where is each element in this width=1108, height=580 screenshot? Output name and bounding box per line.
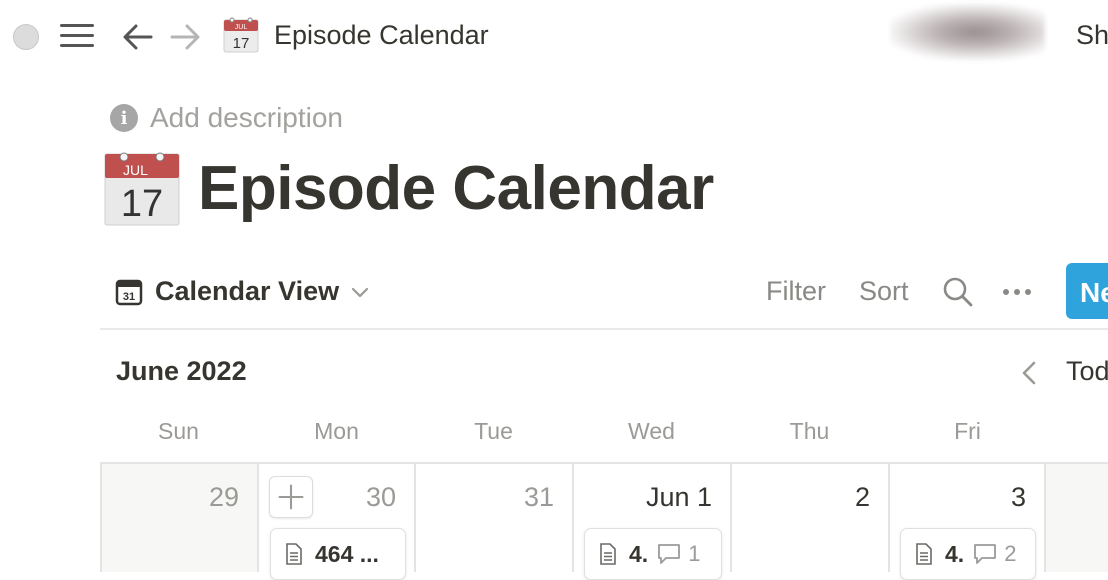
event-title: 4. [629, 540, 649, 567]
description-placeholder: Add description [150, 102, 344, 133]
comment-count: 1 [688, 541, 701, 566]
day-number: 31 [523, 482, 554, 512]
day-number: 29 [208, 482, 239, 512]
page-icon-day: 17 [121, 183, 163, 225]
day-number: Jun 1 [645, 482, 712, 512]
month-label: June 2022 [116, 356, 247, 386]
sort-button[interactable]: Sort [859, 276, 909, 307]
calendar-day-cell[interactable]: 3 4. 2 [890, 464, 1046, 580]
calendar-day-cell[interactable]: Jun 1 4. 1 [574, 464, 732, 580]
weekday-header: Sun [158, 418, 199, 444]
day-number: 3 [1010, 482, 1026, 512]
chevron-left-icon[interactable] [1016, 358, 1044, 388]
today-button[interactable]: Tod [1066, 356, 1108, 387]
breadcrumb-title[interactable]: Episode Calendar [274, 20, 489, 51]
day-number: 2 [854, 482, 870, 512]
view-toolbar: 31 Calendar View Filter Sort Ne [100, 260, 1108, 328]
document-icon [600, 543, 616, 565]
window-dot[interactable] [13, 24, 39, 50]
calendar-day-cell[interactable]: 30 464 ... [259, 464, 416, 580]
weekday-header: Wed [628, 418, 675, 444]
hamburger-menu-icon[interactable] [60, 22, 94, 50]
page-icon-month: JUL [123, 162, 148, 178]
weekday-header: Fri [954, 418, 981, 444]
view-switcher[interactable]: 31 Calendar View [115, 276, 371, 307]
calendar-day-cell[interactable] [1046, 464, 1108, 572]
comment-count: 2 [1004, 541, 1017, 566]
calendar-view-icon: 31 [115, 279, 143, 305]
divider [100, 328, 1108, 330]
page-title[interactable]: Episode Calendar [198, 153, 714, 224]
add-description-button[interactable]: i Add description [110, 102, 343, 134]
new-button[interactable]: Ne [1066, 263, 1108, 319]
view-name: Calendar View [155, 276, 340, 306]
event-card[interactable]: 4. 1 [584, 528, 722, 580]
event-title: 464 ... [315, 540, 379, 567]
add-event-button[interactable] [269, 476, 313, 518]
avatar-group[interactable] [890, 4, 1045, 60]
plus-icon [278, 484, 304, 510]
event-card[interactable]: 464 ... [270, 528, 406, 580]
more-options-icon[interactable] [1000, 276, 1034, 308]
day-number: 30 [365, 482, 396, 512]
crumb-icon-day: 17 [233, 35, 250, 52]
forward-arrow-icon[interactable] [168, 20, 202, 54]
crumb-icon-month: JUL [235, 24, 248, 31]
document-icon [286, 543, 302, 565]
filter-button[interactable]: Filter [766, 276, 826, 307]
info-icon: i [110, 104, 138, 132]
calendar-day-cell[interactable]: 2 [732, 464, 890, 572]
event-title: 4. [945, 540, 965, 567]
weekday-header: Tue [474, 418, 513, 444]
calendar-page-icon[interactable]: JUL 17 [104, 152, 180, 226]
comment-icon [658, 544, 681, 564]
calendar-day-cell[interactable]: 31 [416, 464, 574, 572]
calendar-day-cell[interactable]: 29 [100, 464, 259, 572]
comment-icon [974, 544, 997, 564]
top-bar: JUL 17 Episode Calendar Sh [0, 0, 1108, 72]
weekday-header: Mon [314, 418, 359, 444]
document-icon [916, 543, 932, 565]
share-button[interactable]: Sh [1076, 20, 1108, 51]
chevron-down-icon [351, 287, 369, 297]
back-arrow-icon[interactable] [121, 20, 155, 54]
calendar-view-icon-day: 31 [123, 291, 135, 303]
search-icon[interactable] [942, 276, 974, 308]
weekday-header: Thu [789, 418, 830, 444]
calendar-page-icon: JUL 17 [223, 17, 259, 53]
event-card[interactable]: 4. 2 [900, 528, 1036, 580]
